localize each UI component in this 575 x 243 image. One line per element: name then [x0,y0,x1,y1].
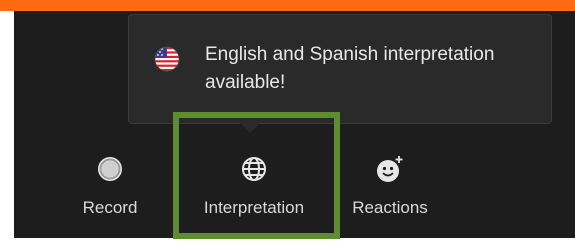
record-label: Record [82,198,138,217]
meeting-window: English and Spanish interpretation avail… [0,0,575,243]
reactions-icon [377,156,403,182]
window-accent-bar [0,0,575,11]
interpretation-tooltip: English and Spanish interpretation avail… [128,14,552,124]
record-icon [98,157,122,181]
tooltip-message: English and Spanish interpretation avail… [205,44,495,93]
record-button[interactable]: Record [72,154,148,234]
interpretation-highlight-box [173,112,340,239]
us-flag-icon [154,46,180,72]
reactions-button[interactable]: Reactions [340,154,440,234]
reactions-label: Reactions [352,198,428,217]
